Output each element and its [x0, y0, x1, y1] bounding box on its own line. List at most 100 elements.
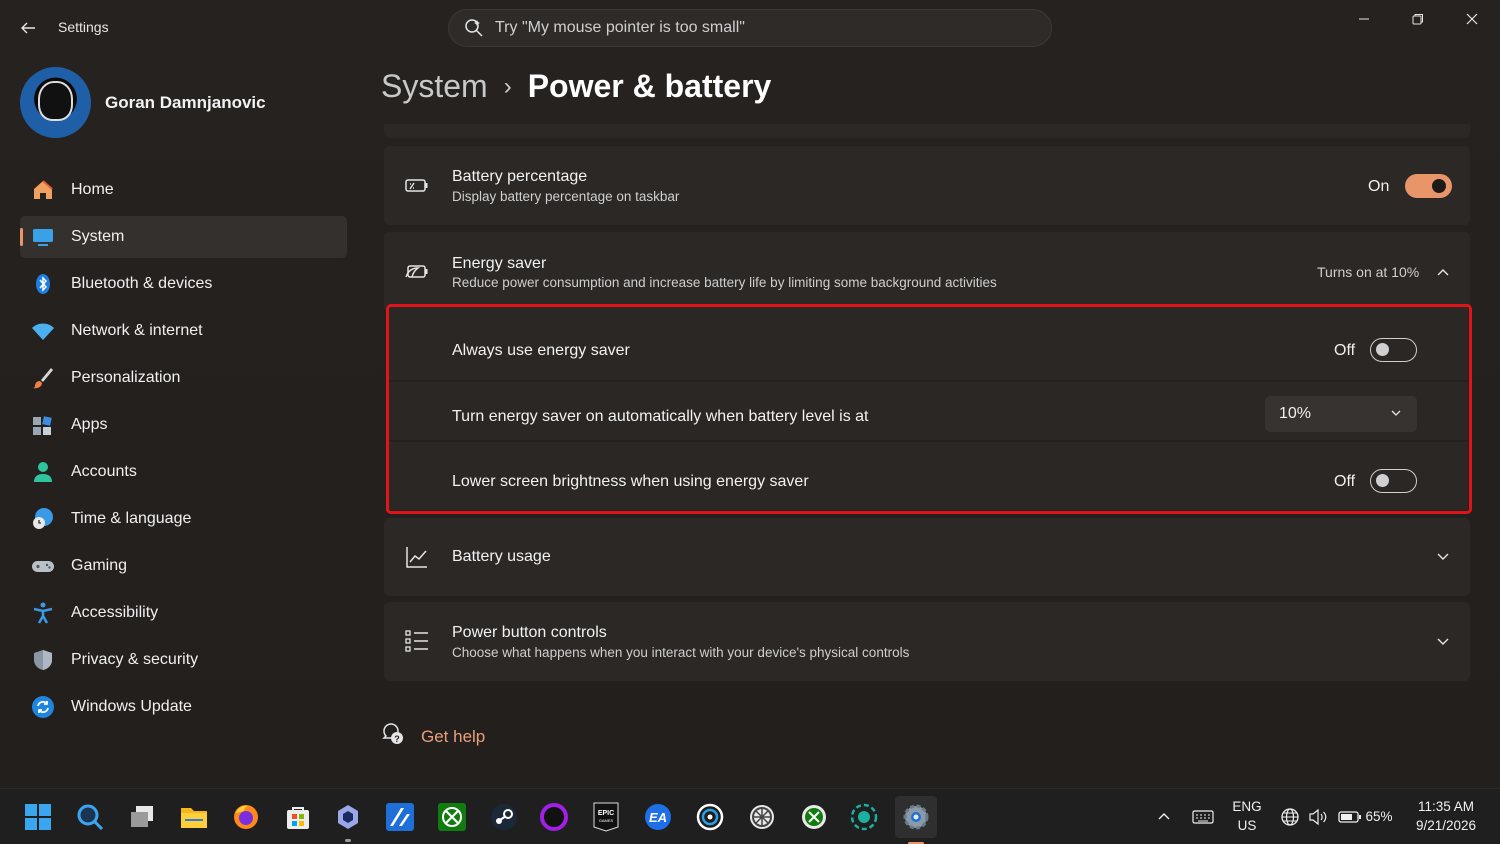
sidebar-item-privacy[interactable]: Privacy & security	[20, 639, 347, 681]
svg-text:EA: EA	[649, 810, 667, 825]
title-bar: Settings Try "My mouse pointer is too sm…	[0, 0, 1500, 56]
chevron-right-icon: ›	[503, 72, 512, 100]
svg-text:GAMES: GAMES	[599, 818, 614, 823]
sidebar-item-network[interactable]: Network & internet	[20, 310, 347, 352]
search-icon	[463, 17, 485, 39]
sidebar-nav: Home System Bluetooth & devices Network …	[20, 169, 347, 733]
update-icon	[31, 695, 55, 719]
gamepad-icon	[31, 554, 55, 578]
profile-name: Goran Damnjanovic	[105, 92, 266, 112]
back-arrow-icon[interactable]	[14, 14, 42, 42]
globe-icon[interactable]	[1278, 799, 1302, 835]
highlight-box	[386, 304, 1472, 514]
settings-icon[interactable]	[895, 796, 937, 844]
energy-saver-title: Energy saver	[452, 255, 547, 272]
language-line2[interactable]: US	[1228, 818, 1266, 833]
wheel-app-icon[interactable]	[744, 799, 780, 835]
sidebar-item-accounts[interactable]: Accounts	[20, 451, 347, 493]
ea-icon[interactable]: EA	[640, 799, 676, 835]
page-title: Power & battery	[527, 68, 772, 104]
battery-percentage-toggle[interactable]	[1405, 174, 1452, 198]
battery-percentage-title: Battery percentage	[452, 168, 588, 185]
clock-time[interactable]: 11:35 AM	[1406, 799, 1486, 814]
xbox-accessory-icon[interactable]	[796, 799, 832, 835]
energy-saver-status: Turns on at 10%	[1317, 264, 1420, 280]
battery-percentage-state: On	[1368, 178, 1390, 195]
battery-usage-card[interactable]: Battery usage	[384, 518, 1470, 596]
energy-saver-card[interactable]: Energy saver Reduce power consumption an…	[384, 232, 1470, 312]
affinity-icon[interactable]	[382, 799, 418, 835]
restore-icon[interactable]	[1395, 8, 1441, 30]
xbox-icon[interactable]	[434, 799, 470, 835]
sidebar-item-home[interactable]: Home	[20, 169, 347, 211]
search-placeholder: Try "My mouse pointer is too small"	[495, 19, 745, 36]
person-icon	[31, 460, 55, 484]
start-icon[interactable]	[20, 799, 56, 835]
apps-icon	[31, 413, 55, 437]
battery-icon[interactable]	[1336, 799, 1364, 835]
battery-usage-title: Battery usage	[452, 548, 551, 565]
power-button-subtitle: Choose what happens when you interact wi…	[452, 645, 910, 660]
system-display-icon	[31, 225, 55, 249]
sidebar-item-bluetooth[interactable]: Bluetooth & devices	[20, 263, 347, 305]
app-icon[interactable]	[330, 799, 366, 842]
previous-card-edge	[384, 124, 1470, 138]
wifi-icon	[31, 319, 55, 343]
help-icon: ?	[381, 722, 405, 751]
taskbar: EPIC GAMES EA ENG US 65% 11:35 AM 9/21/20…	[0, 788, 1500, 844]
app-ring-icon[interactable]	[846, 799, 882, 835]
epic-games-icon[interactable]: EPIC GAMES	[588, 799, 624, 835]
firefox-icon[interactable]	[228, 799, 264, 835]
minimize-icon[interactable]	[1341, 8, 1387, 30]
battery-percentage[interactable]: 65%	[1362, 809, 1396, 824]
close-icon[interactable]	[1449, 8, 1495, 30]
battery-percent-icon	[404, 172, 430, 198]
globe-clock-icon	[31, 507, 55, 531]
sidebar-item-personalization[interactable]: Personalization	[20, 357, 347, 399]
task-view-icon[interactable]	[124, 799, 160, 835]
search-box[interactable]: Try "My mouse pointer is too small"	[448, 9, 1052, 47]
user-profile[interactable]: Goran Damnjanovic	[20, 67, 266, 138]
chevron-up-icon[interactable]	[1435, 264, 1451, 280]
sidebar-item-time-language[interactable]: Time & language	[20, 498, 347, 540]
microsoft-store-icon[interactable]	[280, 799, 316, 835]
chevron-down-icon[interactable]	[1435, 634, 1451, 650]
sidebar-item-accessibility[interactable]: Accessibility	[20, 592, 347, 634]
accessibility-icon	[31, 601, 55, 625]
breadcrumb-parent[interactable]: System	[381, 68, 488, 105]
ubisoft-icon[interactable]	[692, 799, 728, 835]
app-title: Settings	[58, 19, 109, 35]
power-button-title: Power button controls	[452, 624, 607, 641]
chart-line-icon	[404, 544, 430, 570]
sidebar-item-system[interactable]: System	[20, 216, 347, 258]
clock-date[interactable]: 9/21/2026	[1406, 818, 1486, 833]
bluetooth-icon	[31, 272, 55, 296]
home-icon	[31, 178, 55, 202]
shield-icon	[31, 648, 55, 672]
keyboard-icon[interactable]	[1188, 799, 1218, 835]
search-icon[interactable]	[72, 799, 108, 835]
language-line1[interactable]: ENG	[1228, 799, 1266, 814]
battery-percentage-card[interactable]: Battery percentage Display battery perce…	[384, 146, 1470, 225]
sidebar-item-apps[interactable]: Apps	[20, 404, 347, 446]
breadcrumb: System › Power & battery	[381, 68, 771, 105]
power-button-card[interactable]: Power button controls Choose what happen…	[384, 602, 1470, 681]
svg-text:?: ?	[394, 734, 400, 744]
energy-saver-subtitle: Reduce power consumption and increase ba…	[452, 275, 997, 290]
chevron-down-icon[interactable]	[1435, 549, 1451, 565]
get-help-link[interactable]: ? Get help	[381, 722, 485, 751]
list-settings-icon	[404, 628, 430, 654]
steam-icon[interactable]	[486, 799, 522, 835]
brush-icon	[31, 366, 55, 390]
settings-window: Settings Try "My mouse pointer is too sm…	[0, 0, 1500, 788]
battery-percentage-subtitle: Display battery percentage on taskbar	[452, 189, 680, 204]
circle-app-icon[interactable]	[536, 799, 572, 835]
sidebar-item-windows-update[interactable]: Windows Update	[20, 686, 347, 728]
sidebar-item-gaming[interactable]: Gaming	[20, 545, 347, 587]
svg-text:EPIC: EPIC	[598, 810, 614, 817]
file-explorer-icon[interactable]	[176, 799, 212, 835]
avatar	[20, 67, 91, 138]
energy-saver-icon	[404, 258, 430, 284]
volume-icon[interactable]	[1306, 799, 1330, 835]
chevron-up-icon[interactable]	[1150, 799, 1178, 835]
